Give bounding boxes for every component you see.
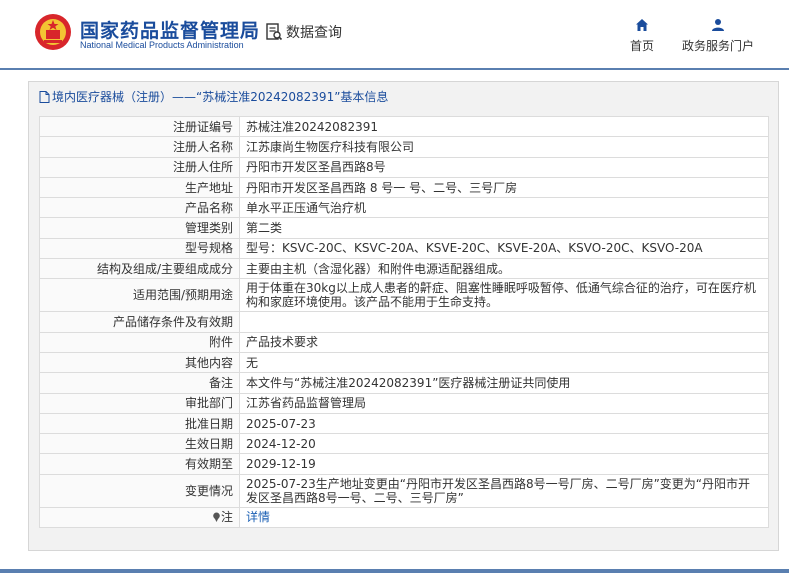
home-icon xyxy=(636,19,648,31)
row-label: 生产地址 xyxy=(39,176,240,199)
row-value: 江苏康尚生物医疗科技有限公司 xyxy=(239,136,769,158)
row-label: 型号规格 xyxy=(39,237,240,260)
site-header: 国家药品监督管理局 National Medical Products Admi… xyxy=(0,0,789,68)
info-table: 注册证编号 苏械注准20242082391 注册人名称 江苏康尚生物医疗科技有限公司… xyxy=(39,115,769,529)
note-label: 注 xyxy=(220,510,233,525)
row-label: 备注 xyxy=(39,372,240,394)
row-value: 型号：KSVC-20C、KSVC-20A、KSVE-20C、KSVE-20A、K… xyxy=(239,237,769,260)
row-label: 结构及组成/主要组成成分 xyxy=(39,258,240,280)
nav-home-label: 首页 xyxy=(629,39,654,53)
row-label: 管理类别 xyxy=(39,217,240,239)
document-search-icon xyxy=(266,23,283,41)
table-row: 产品储存条件及有效期 xyxy=(39,311,769,333)
row-value: 用于体重在30kg以上成人患者的鼾症、阻塞性睡眠呼吸暂停、低通气综合征的治疗，可… xyxy=(239,278,769,313)
table-row: 结构及组成/主要组成成分 主要由主机（含湿化器）和附件电源适配器组成。 xyxy=(39,258,769,280)
table-row: 生产地址 丹阳市开发区圣昌西路 8 号一 号、二号、三号厂房 xyxy=(39,176,769,199)
row-value: 主要由主机（含湿化器）和附件电源适配器组成。 xyxy=(239,258,769,280)
row-value-note: 详情 xyxy=(239,506,769,529)
row-value: 单水平正压通气治疗机 xyxy=(239,197,769,219)
table-row: 批准日期 2025-07-23 xyxy=(39,412,769,435)
data-query-tab[interactable]: 数据查询 xyxy=(265,22,342,42)
header-divider xyxy=(0,68,789,70)
emblem-icon[interactable] xyxy=(34,13,72,51)
row-label: 有效期至 xyxy=(39,453,240,475)
nav-home[interactable]: 首页 xyxy=(625,18,659,54)
row-label: 生效日期 xyxy=(39,433,240,455)
row-value: 2025-07-23 xyxy=(239,412,769,435)
pin-icon xyxy=(213,512,220,523)
row-value: 2025-07-23生产地址变更由“丹阳市开发区圣昌西路8号一号厂房、二号厂房”… xyxy=(239,473,769,508)
row-label: 产品名称 xyxy=(39,197,240,219)
row-value: 苏械注准20242082391 xyxy=(239,115,769,138)
table-row: 有效期至 2029-12-19 xyxy=(39,453,769,475)
table-row: 备注 本文件与“苏械注准20242082391”医疗器械注册证共同使用 xyxy=(39,372,769,394)
row-label: 附件 xyxy=(39,331,240,353)
document-icon xyxy=(39,90,50,103)
row-value: 第二类 xyxy=(239,217,769,239)
row-label: 其他内容 xyxy=(39,351,240,374)
row-label: 注册人名称 xyxy=(39,136,240,158)
user-icon xyxy=(712,19,724,31)
nav-gov-portal[interactable]: 政务服务门户 xyxy=(680,18,756,54)
row-label: 审批部门 xyxy=(39,392,240,414)
row-value xyxy=(239,311,769,333)
table-row: 适用范围/预期用途 用于体重在30kg以上成人患者的鼾症、阻塞性睡眠呼吸暂停、低通… xyxy=(39,278,769,313)
row-value: 无 xyxy=(239,351,769,374)
table-row: 其他内容无 xyxy=(39,351,769,374)
panel-title: 境内医疗器械（注册）——“苏械注准20242082391”基本信息 xyxy=(39,88,388,105)
panel-title-text: 境内医疗器械（注册）——“苏械注准20242082391”基本信息 xyxy=(52,90,389,104)
table-row: 审批部门 江苏省药品监督管理局 xyxy=(39,392,769,414)
table-row: 注 详情 xyxy=(39,506,769,529)
row-label: 注册人住所 xyxy=(39,156,240,178)
detail-panel: 境内医疗器械（注册）——“苏械注准20242082391”基本信息 注册证编号苏… xyxy=(28,81,779,551)
row-label: 适用范围/预期用途 xyxy=(39,278,240,313)
row-value: 2029-12-19 xyxy=(239,453,769,475)
table-row: 注册人住所 丹阳市开发区圣昌西路8号 xyxy=(39,156,769,178)
table-row: 注册证编号 苏械注准20242082391 xyxy=(39,115,769,138)
details-link[interactable]: 详情 xyxy=(246,510,270,524)
site-title[interactable]: 国家药品监督管理局 xyxy=(80,16,260,43)
row-value: 2024-12-20 xyxy=(239,433,769,455)
table-row: 型号规格 型号：KSVC-20C、KSVC-20A、KSVE-20C、KSVE-2… xyxy=(39,237,769,260)
row-value: 丹阳市开发区圣昌西路8号 xyxy=(239,156,769,178)
table-row: 生效日期 2024-12-20 xyxy=(39,433,769,455)
table-row: 管理类别 第二类 xyxy=(39,217,769,239)
data-query-label: 数据查询 xyxy=(286,25,342,41)
row-value: 江苏省药品监督管理局 xyxy=(239,392,769,414)
table-row: 变更情况 2025-07-23生产地址变更由“丹阳市开发区圣昌西路8号一号厂房、二… xyxy=(39,473,769,508)
row-label: 注册证编号 xyxy=(39,115,240,138)
row-value: 产品技术要求 xyxy=(239,331,769,353)
row-label: 批准日期 xyxy=(39,412,240,435)
row-value: 丹阳市开发区圣昌西路 8 号一 号、二号、三号厂房 xyxy=(239,176,769,199)
row-label-note: 注 xyxy=(39,506,240,529)
table-row: 注册人名称 江苏康尚生物医疗科技有限公司 xyxy=(39,136,769,158)
row-label: 变更情况 xyxy=(39,473,240,508)
site-subtitle: National Medical Products Administration xyxy=(80,40,244,50)
nav-gov-portal-label: 政务服务门户 xyxy=(681,39,754,53)
row-value: 本文件与“苏械注准20242082391”医疗器械注册证共同使用 xyxy=(239,372,769,394)
row-label: 产品储存条件及有效期 xyxy=(39,311,240,333)
footer-divider xyxy=(0,569,789,573)
table-row: 附件 产品技术要求 xyxy=(39,331,769,353)
table-row: 产品名称 单水平正压通气治疗机 xyxy=(39,197,769,219)
